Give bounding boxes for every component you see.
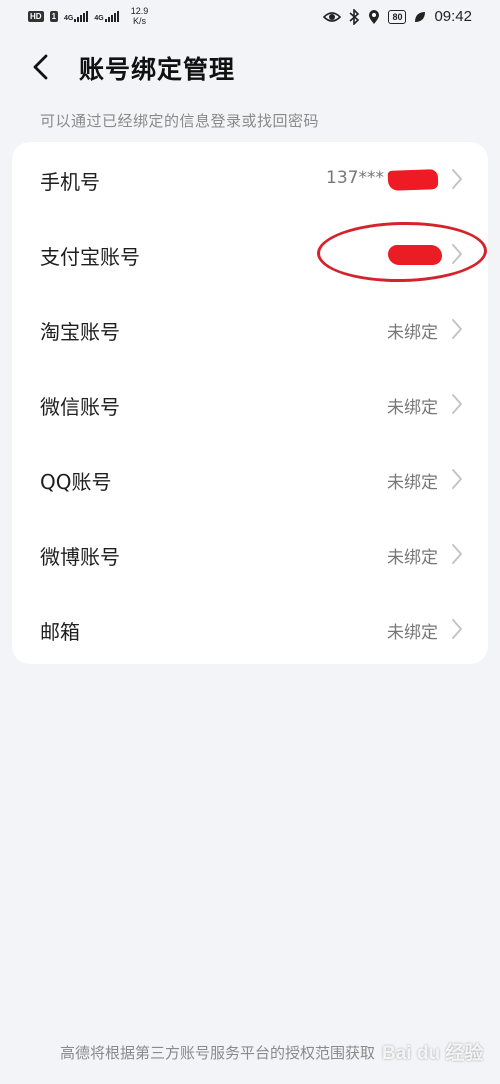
battery-icon: 80 bbox=[388, 9, 407, 24]
account-binding-list: 手机号 137*** 支付宝账号 淘宝账号 未绑定 微信账号 未绑定 QQ账号 … bbox=[12, 142, 488, 664]
network-speed-value: 12.9 bbox=[130, 6, 149, 16]
row-weibo[interactable]: 微博账号 未绑定 bbox=[12, 517, 488, 592]
back-button[interactable] bbox=[26, 50, 60, 84]
hd-badge: HD bbox=[28, 10, 44, 22]
row-qq[interactable]: QQ账号 未绑定 bbox=[12, 442, 488, 517]
signal2-icon bbox=[104, 10, 119, 22]
row-value: 未绑定 bbox=[387, 548, 438, 568]
row-label: 淘宝账号 bbox=[40, 320, 120, 344]
status-bar-left: HD 1 4G 4G 12.9 K/s bbox=[28, 6, 148, 26]
network1-label: 4G bbox=[64, 15, 74, 22]
page-title: 账号绑定管理 bbox=[79, 55, 236, 84]
leaf-icon bbox=[415, 11, 426, 22]
sim1-badge: 1 bbox=[49, 10, 59, 22]
chevron-right-icon bbox=[452, 394, 462, 414]
row-label: 微信账号 bbox=[40, 395, 120, 419]
eye-icon bbox=[323, 11, 342, 22]
row-value: 未绑定 bbox=[387, 398, 438, 418]
back-arrow-icon bbox=[33, 54, 48, 80]
row-phone[interactable]: 手机号 137*** bbox=[12, 142, 488, 217]
footer-note: 高德将根据第三方账号服务平台的授权范围获取 bbox=[60, 1044, 376, 1062]
chevron-right-icon bbox=[452, 169, 462, 189]
row-label: 手机号 bbox=[40, 170, 100, 194]
network-speed-unit: K/s bbox=[132, 16, 146, 26]
bluetooth-icon bbox=[349, 8, 360, 25]
signal1-icon bbox=[74, 10, 89, 22]
header: 账号绑定管理 bbox=[0, 40, 500, 96]
row-value: 未绑定 bbox=[387, 323, 438, 343]
network-speed: 12.9 K/s bbox=[131, 6, 149, 26]
row-email[interactable]: 邮箱 未绑定 bbox=[12, 592, 488, 667]
status-bar-right: 80 09:42 bbox=[323, 8, 472, 25]
status-bar: HD 1 4G 4G 12.9 K/s 80 09:42 bbox=[0, 0, 500, 36]
network1-indicator: 4G bbox=[64, 10, 89, 22]
row-label: 微博账号 bbox=[40, 545, 120, 569]
network2-indicator: 4G bbox=[94, 10, 119, 22]
row-value: 137*** bbox=[326, 168, 384, 188]
row-label: QQ账号 bbox=[40, 470, 112, 494]
network2-label: 4G bbox=[94, 15, 104, 22]
chevron-right-icon bbox=[452, 319, 462, 339]
row-value: 未绑定 bbox=[387, 473, 438, 493]
row-label: 邮箱 bbox=[40, 620, 80, 644]
row-taobao[interactable]: 淘宝账号 未绑定 bbox=[12, 292, 488, 367]
chevron-right-icon bbox=[452, 469, 462, 489]
watermark: Bai du 经验 bbox=[382, 1043, 484, 1064]
chevron-right-icon bbox=[452, 544, 462, 564]
row-label: 支付宝账号 bbox=[40, 245, 140, 269]
clock: 09:42 bbox=[434, 8, 472, 25]
row-value: 未绑定 bbox=[387, 623, 438, 643]
redaction-mark bbox=[387, 169, 439, 191]
binding-hint: 可以通过已经绑定的信息登录或找回密码 bbox=[40, 112, 320, 130]
chevron-right-icon bbox=[452, 619, 462, 639]
location-icon bbox=[369, 9, 380, 24]
row-wechat[interactable]: 微信账号 未绑定 bbox=[12, 367, 488, 442]
